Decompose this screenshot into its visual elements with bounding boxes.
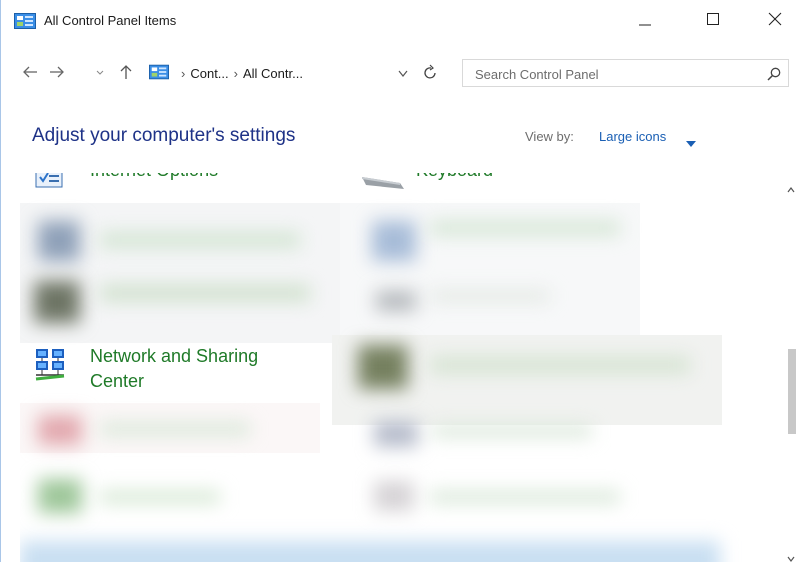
item-label: Internet Options	[90, 173, 218, 183]
arrow-right-icon	[50, 66, 64, 78]
minimize-button[interactable]	[622, 0, 668, 33]
close-button[interactable]	[752, 0, 796, 33]
redacted-icon	[372, 221, 416, 261]
breadcrumb-item-all-items[interactable]: All Contr...	[243, 66, 303, 81]
redacted-label	[100, 285, 310, 301]
control-panel-items: Internet Options Keyboard	[20, 173, 786, 562]
scroll-up-icon[interactable]	[787, 181, 795, 199]
internet-options-icon	[34, 173, 68, 194]
breadcrumb: › Cont... › All Contr...	[176, 66, 303, 81]
breadcrumb-separator: ›	[181, 66, 186, 81]
breadcrumb-item-control-panel[interactable]: Cont...	[190, 66, 228, 81]
search-input[interactable]	[475, 66, 745, 82]
item-label: Network and Sharing	[90, 346, 259, 366]
page-title: Adjust your computer's settings	[32, 125, 296, 146]
scroll-down-icon[interactable]	[787, 550, 795, 568]
redacted-label	[430, 357, 690, 373]
redacted-label	[100, 233, 300, 247]
redacted-region	[20, 541, 720, 562]
item-internet-options[interactable]: Internet Options	[34, 173, 324, 189]
title-bar[interactable]: All Control Panel Items	[0, 0, 796, 33]
redacted-icon	[34, 281, 80, 323]
arrow-left-icon	[23, 66, 37, 78]
redacted-label	[100, 423, 250, 435]
up-button[interactable]	[116, 61, 136, 83]
redacted-icon	[38, 221, 80, 261]
control-panel-icon	[149, 64, 169, 80]
redacted-label	[432, 425, 592, 437]
control-panel-window: All Control Panel Items › Cont... › All …	[0, 0, 796, 562]
address-dropdown-button[interactable]	[396, 67, 410, 85]
maximize-icon	[707, 13, 719, 25]
vertical-scrollbar[interactable]	[786, 173, 796, 562]
item-network-and-sharing-center[interactable]: Network and Sharing Center	[28, 343, 328, 403]
view-by-label: View by:	[525, 129, 574, 144]
network-icon	[34, 347, 68, 386]
redacted-icon	[374, 481, 414, 511]
chevron-down-icon	[96, 70, 104, 75]
redacted-icon	[376, 291, 416, 311]
recent-locations-button[interactable]	[93, 61, 107, 83]
arrow-up-icon	[120, 65, 132, 79]
redacted-icon	[358, 345, 408, 389]
scrollbar-thumb[interactable]	[788, 349, 796, 434]
window-title: All Control Panel Items	[44, 13, 177, 28]
chevron-down-icon	[398, 70, 408, 77]
redacted-icon	[38, 479, 82, 513]
address-bar[interactable]: › Cont... › All Contr...	[146, 61, 451, 85]
search-icon[interactable]	[766, 66, 782, 87]
refresh-icon	[424, 64, 436, 79]
redacted-label	[430, 221, 620, 235]
close-icon	[768, 12, 782, 26]
refresh-button[interactable]	[422, 64, 440, 87]
item-label: Keyboard	[416, 173, 493, 183]
control-panel-icon	[14, 13, 36, 29]
item-label: Center	[90, 371, 145, 391]
redacted-label	[100, 491, 220, 503]
redacted-icon	[374, 421, 418, 447]
redacted-icon	[38, 415, 82, 445]
navigation-bar: › Cont... › All Contr...	[0, 56, 796, 90]
view-by-dropdown[interactable]: Large icons	[599, 129, 666, 144]
redacted-label	[430, 291, 550, 301]
maximize-button[interactable]	[690, 0, 736, 33]
item-keyboard[interactable]: Keyboard	[360, 173, 660, 189]
redacted-label	[430, 491, 620, 503]
search-box[interactable]	[462, 59, 789, 87]
caret-down-icon[interactable]	[686, 134, 696, 152]
breadcrumb-separator: ›	[233, 66, 238, 81]
minimize-icon	[639, 24, 651, 26]
back-button[interactable]	[20, 61, 40, 83]
keyboard-icon	[360, 173, 406, 194]
forward-button[interactable]	[47, 61, 67, 83]
